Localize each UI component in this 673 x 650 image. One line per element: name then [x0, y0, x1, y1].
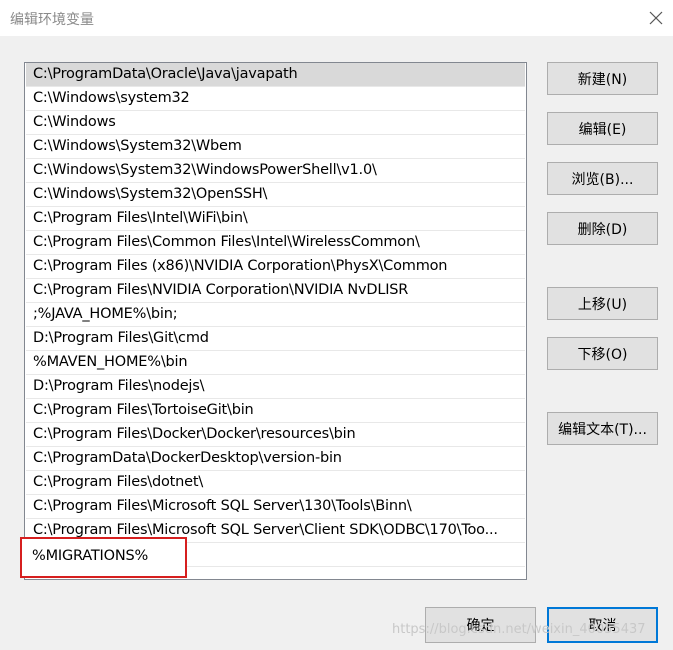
path-list-item-label: C:\Windows\system32	[33, 90, 190, 106]
path-list-item[interactable]: C:\Program Files (x86)\NVIDIA Corporatio…	[26, 255, 525, 279]
path-list-item[interactable]: C:\Windows	[26, 111, 525, 135]
edit-button[interactable]: 编辑(E)	[547, 112, 658, 145]
path-list-item-label: C:\ProgramData\Oracle\Java\javapath	[33, 66, 298, 82]
path-list-item-label: %MAVEN_HOME%\bin	[33, 354, 188, 370]
path-list-item[interactable]: C:\Program Files\Intel\WiFi\bin\	[26, 207, 525, 231]
path-list[interactable]: C:\ProgramData\Oracle\Java\javapath C:\Wi…	[24, 62, 527, 580]
title-bar: 编辑环境变量	[0, 0, 673, 36]
path-edit-input[interactable]	[24, 541, 332, 571]
path-list-item-label: C:\Program Files\Docker\Docker\resources…	[33, 426, 356, 442]
path-list-item[interactable]: D:\Program Files\nodejs\	[26, 375, 525, 399]
path-list-item-label: C:\ProgramData\DockerDesktop\version-bin	[33, 450, 342, 466]
path-list-item[interactable]: C:\Program Files\Docker\Docker\resources…	[26, 423, 525, 447]
path-list-item-label: ;%JAVA_HOME%\bin;	[33, 306, 178, 322]
path-list-item-label: D:\Program Files\nodejs\	[33, 378, 205, 394]
path-list-item[interactable]: D:\Program Files\Git\cmd	[26, 327, 525, 351]
path-list-item-label: C:\Program Files\Microsoft SQL Server\13…	[33, 498, 412, 514]
path-edit-field-highlight[interactable]	[20, 537, 332, 578]
path-list-item-label: C:\Program Files (x86)\NVIDIA Corporatio…	[33, 258, 448, 274]
close-icon[interactable]	[646, 8, 666, 28]
path-list-item-label: C:\Windows	[33, 114, 116, 130]
path-list-item[interactable]: C:\Program Files\dotnet\	[26, 471, 525, 495]
path-list-item-label: C:\Program Files\NVIDIA Corporation\NVID…	[33, 282, 409, 298]
browse-button[interactable]: 浏览(B)...	[547, 162, 658, 195]
path-list-item[interactable]: %MAVEN_HOME%\bin	[26, 351, 525, 375]
path-list-item-label: C:\Windows\System32\OpenSSH\	[33, 186, 268, 202]
move-up-button[interactable]: 上移(U)	[547, 287, 658, 320]
path-list-item[interactable]: C:\Program Files\Common Files\Intel\Wire…	[26, 231, 525, 255]
edit-text-button[interactable]: 编辑文本(T)...	[547, 412, 658, 445]
path-list-item-label: C:\Program Files\Intel\WiFi\bin\	[33, 210, 248, 226]
path-list-item[interactable]: C:\Program Files\TortoiseGit\bin	[26, 399, 525, 423]
path-list-item-label: D:\Program Files\Git\cmd	[33, 330, 209, 346]
path-list-item-label: C:\Windows\System32\Wbem	[33, 138, 242, 154]
path-list-item-label: C:\Program Files\Microsoft SQL Server\Cl…	[33, 522, 498, 538]
path-list-item[interactable]: C:\Windows\System32\OpenSSH\	[26, 183, 525, 207]
path-list-item[interactable]: ;%JAVA_HOME%\bin;	[26, 303, 525, 327]
path-list-item-label: C:\Windows\System32\WindowsPowerShell\v1…	[33, 162, 377, 178]
path-list-item-label: C:\Program Files\Common Files\Intel\Wire…	[33, 234, 420, 250]
path-list-item[interactable]: C:\Windows\System32\Wbem	[26, 135, 525, 159]
path-list-item[interactable]: C:\ProgramData\DockerDesktop\version-bin	[26, 447, 525, 471]
path-list-item[interactable]: C:\Program Files\Microsoft SQL Server\13…	[26, 495, 525, 519]
watermark-text: https://blog.csdn.net/weixin_40055437	[392, 622, 646, 637]
path-list-item-label: C:\Program Files\TortoiseGit\bin	[33, 402, 254, 418]
move-down-button[interactable]: 下移(O)	[547, 337, 658, 370]
path-list-item[interactable]: C:\Windows\system32	[26, 87, 525, 111]
path-list-item[interactable]: C:\Windows\System32\WindowsPowerShell\v1…	[26, 159, 525, 183]
path-list-item[interactable]: C:\ProgramData\Oracle\Java\javapath	[26, 63, 525, 87]
new-button[interactable]: 新建(N)	[547, 62, 658, 95]
path-list-item[interactable]: C:\Program Files\NVIDIA Corporation\NVID…	[26, 279, 525, 303]
delete-button[interactable]: 删除(D)	[547, 212, 658, 245]
path-list-item-label: C:\Program Files\dotnet\	[33, 474, 204, 490]
window-title: 编辑环境变量	[10, 12, 94, 28]
